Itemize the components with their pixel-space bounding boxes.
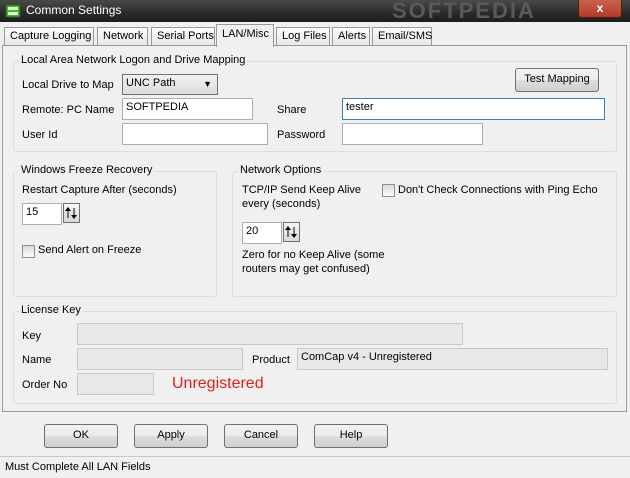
key-label: Key xyxy=(22,330,41,342)
status-bar: Must Complete All LAN Fields xyxy=(0,456,630,478)
local-drive-select[interactable]: UNC Path ▼ xyxy=(122,74,218,95)
title-bar[interactable]: Common Settings SOFTPEDIA x xyxy=(0,0,630,23)
keepalive-seconds-input[interactable]: 20 xyxy=(242,222,282,244)
app-icon xyxy=(5,3,21,19)
keepalive-label-line2: every (seconds) xyxy=(242,198,321,210)
lan-group-title: Local Area Network Logon and Drive Mappi… xyxy=(19,54,248,66)
tab-log-files[interactable]: Log Files xyxy=(276,27,330,46)
zero-note-line1: Zero for no Keep Alive (some xyxy=(242,249,385,261)
restart-seconds-input[interactable]: 15 xyxy=(22,203,62,225)
spin-arrows-icon xyxy=(285,226,297,238)
name-label: Name xyxy=(22,354,52,366)
restart-spin-button[interactable] xyxy=(63,203,80,223)
remote-pc-label: Remote: PC Name xyxy=(22,104,115,116)
order-no-label: Order No xyxy=(22,379,68,391)
tab-capture-logging[interactable]: Capture Logging xyxy=(4,27,94,46)
network-group-title: Network Options xyxy=(238,164,324,176)
key-input[interactable] xyxy=(77,323,463,345)
password-input[interactable] xyxy=(342,123,483,145)
tab-email-sms[interactable]: Email/SMS xyxy=(372,27,432,46)
remote-pc-input[interactable]: SOFTPEDIA xyxy=(122,98,253,120)
name-input[interactable] xyxy=(77,348,243,370)
spin-arrows-icon xyxy=(65,207,77,219)
apply-button[interactable]: Apply xyxy=(134,424,208,448)
keepalive-spin-button[interactable] xyxy=(283,222,300,242)
help-button[interactable]: Help xyxy=(314,424,388,448)
tab-alerts[interactable]: Alerts xyxy=(332,27,370,46)
ok-button[interactable]: OK xyxy=(44,424,118,448)
tab-lan-misc[interactable]: LAN/Misc xyxy=(216,24,274,47)
order-no-input[interactable] xyxy=(77,373,154,395)
ping-echo-label: Don't Check Connections with Ping Echo xyxy=(398,184,598,196)
user-id-label: User Id xyxy=(22,129,58,141)
chevron-down-icon: ▼ xyxy=(203,79,212,89)
freeze-group-title: Windows Freeze Recovery xyxy=(19,164,155,176)
local-drive-value: UNC Path xyxy=(126,77,176,89)
product-label: Product xyxy=(252,354,290,366)
cancel-button[interactable]: Cancel xyxy=(224,424,298,448)
restart-capture-label: Restart Capture After (seconds) xyxy=(22,184,177,196)
local-drive-label: Local Drive to Map xyxy=(22,79,114,91)
test-mapping-button[interactable]: Test Mapping xyxy=(515,68,599,92)
status-text: Must Complete All LAN Fields xyxy=(5,461,151,473)
share-label: Share xyxy=(277,104,307,116)
send-alert-checkbox[interactable] xyxy=(22,245,35,258)
registration-status: Unregistered xyxy=(172,375,264,392)
password-label: Password xyxy=(277,129,326,141)
keepalive-label-line1: TCP/IP Send Keep Alive xyxy=(242,184,362,196)
license-group-title: License Key xyxy=(19,304,83,316)
watermark: SOFTPEDIA xyxy=(392,0,536,23)
close-button[interactable]: x xyxy=(578,0,622,18)
user-id-input[interactable] xyxy=(122,123,268,145)
tab-network[interactable]: Network xyxy=(97,27,148,46)
tab-serial-ports[interactable]: Serial Ports xyxy=(151,27,215,46)
product-field: ComCap v4 - Unregistered xyxy=(297,348,608,370)
window-title: Common Settings xyxy=(26,3,122,17)
share-input[interactable]: tester xyxy=(342,98,605,120)
send-alert-label: Send Alert on Freeze xyxy=(38,244,142,256)
zero-note-line2: routers may get confused) xyxy=(242,263,370,275)
ping-echo-checkbox[interactable] xyxy=(382,184,395,197)
